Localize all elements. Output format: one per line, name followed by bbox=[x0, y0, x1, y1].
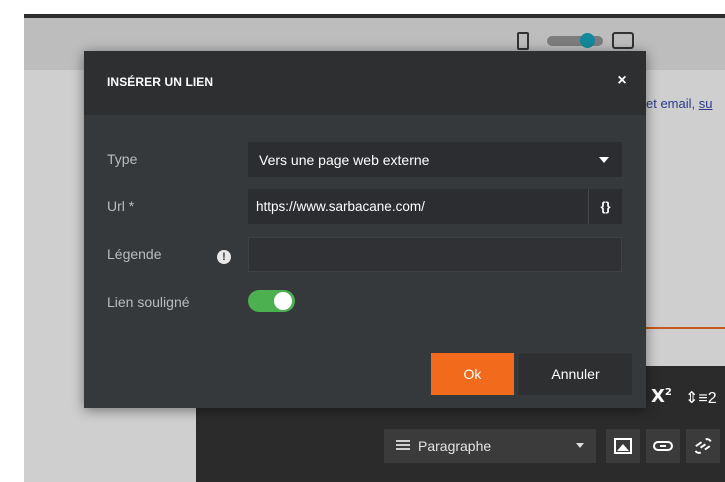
insert-link-dialog: INSÉRER UN LIEN × Type Vers une page web… bbox=[84, 51, 646, 408]
chevron-down-icon bbox=[576, 443, 584, 448]
url-input[interactable]: https://www.sarbacane.com/ bbox=[256, 199, 588, 214]
toggle-knob bbox=[274, 292, 292, 310]
close-icon[interactable]: × bbox=[612, 71, 632, 91]
chevron-down-icon bbox=[599, 157, 609, 163]
dialog-title: INSÉRER UN LIEN bbox=[107, 75, 214, 89]
mobile-device-icon[interactable] bbox=[517, 32, 529, 50]
url-field[interactable]: https://www.sarbacane.com/ {} bbox=[248, 189, 622, 224]
cancel-button[interactable]: Annuler bbox=[519, 353, 632, 395]
link-type-select[interactable]: Vers une page web externe bbox=[248, 142, 622, 177]
info-icon[interactable]: ! bbox=[217, 250, 231, 264]
unlink-icon bbox=[691, 436, 715, 456]
url-label: Url * bbox=[107, 198, 135, 214]
paragraph-style-select[interactable]: Paragraphe bbox=[384, 429, 596, 463]
superscript-button[interactable]: X2 bbox=[651, 386, 672, 407]
line-height-button[interactable]: ⇕≡2 bbox=[685, 388, 717, 408]
underline-label: Lien souligné bbox=[107, 294, 190, 310]
device-toggle-knob bbox=[580, 33, 595, 48]
link-type-value: Vers une page web externe bbox=[259, 151, 430, 168]
editor-link-text[interactable]: su bbox=[699, 96, 713, 111]
caption-input[interactable] bbox=[248, 237, 622, 272]
insert-image-button[interactable] bbox=[606, 429, 640, 463]
paragraph-style-label: Paragraphe bbox=[418, 438, 492, 454]
insert-link-button[interactable] bbox=[646, 429, 680, 463]
editor-divider bbox=[646, 327, 725, 329]
editor-text: et email, su bbox=[646, 96, 713, 111]
ok-button[interactable]: Ok bbox=[431, 353, 514, 395]
link-icon bbox=[653, 441, 673, 451]
desktop-device-icon[interactable] bbox=[612, 32, 634, 49]
paragraph-icon bbox=[396, 440, 410, 452]
remove-link-button[interactable] bbox=[686, 429, 720, 463]
image-icon bbox=[614, 438, 632, 454]
underline-toggle[interactable] bbox=[248, 290, 295, 312]
dialog-header: INSÉRER UN LIEN × bbox=[84, 51, 646, 115]
caption-label: Légende bbox=[107, 246, 162, 262]
type-label: Type bbox=[107, 151, 138, 167]
insert-variable-button[interactable]: {} bbox=[588, 189, 622, 224]
